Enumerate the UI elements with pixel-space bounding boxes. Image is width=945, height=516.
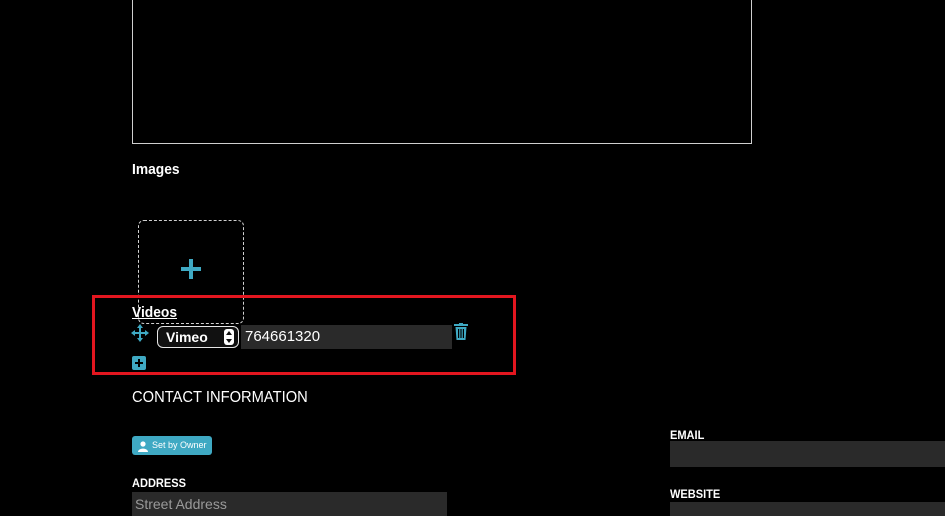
images-section-label: Images xyxy=(132,161,180,178)
set-by-owner-label: Set by Owner xyxy=(152,440,207,450)
plus-icon xyxy=(179,257,203,281)
address-label: ADDRESS xyxy=(132,476,186,490)
video-provider-value: Vimeo xyxy=(166,329,208,345)
video-id-input[interactable]: 764661320 xyxy=(241,325,452,349)
user-icon xyxy=(138,440,148,452)
video-provider-select[interactable]: Vimeo xyxy=(157,326,239,348)
trash-icon[interactable] xyxy=(454,323,468,340)
add-video-icon[interactable] xyxy=(132,356,146,370)
email-label: EMAIL xyxy=(670,428,705,442)
select-arrows-icon xyxy=(224,329,234,345)
description-textarea[interactable] xyxy=(132,0,752,144)
videos-section-label: Videos xyxy=(132,304,178,321)
website-input[interactable] xyxy=(670,502,945,516)
contact-information-heading: CONTACT INFORMATION xyxy=(132,389,308,406)
set-by-owner-button[interactable]: Set by Owner xyxy=(132,436,212,455)
move-icon[interactable] xyxy=(131,324,149,342)
email-input[interactable] xyxy=(670,441,945,467)
website-label: WEBSITE xyxy=(670,487,721,501)
street-address-input[interactable]: Street Address xyxy=(132,492,447,516)
